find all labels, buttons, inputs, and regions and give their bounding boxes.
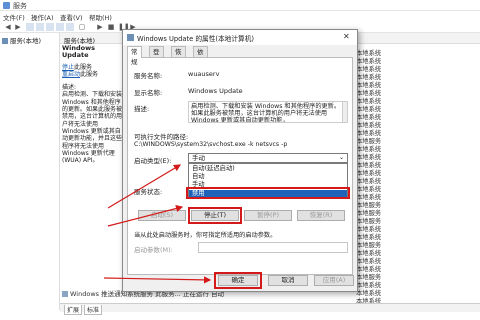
- tab-recovery[interactable]: 恢复: [171, 46, 186, 66]
- stop-suffix: 此服务: [74, 63, 93, 71]
- chevron-down-icon: ⌄: [338, 154, 344, 161]
- description-scrollbar[interactable]: [342, 102, 347, 122]
- highlight-disabled-option: [186, 187, 350, 199]
- tab-logon[interactable]: 登录: [149, 46, 164, 66]
- path-value: C:\WINDOWS\system32\svchost.exe -k netsv…: [134, 141, 288, 148]
- services-app-icon: [3, 2, 10, 9]
- view-tabs: 扩展 标准: [60, 303, 480, 315]
- tab-general[interactable]: 常规: [127, 46, 142, 66]
- apply-button[interactable]: 应用(A): [314, 275, 354, 286]
- highlight-ok-button: [214, 272, 262, 289]
- close-icon[interactable]: ✕: [343, 32, 350, 41]
- start-params-input[interactable]: [198, 242, 348, 253]
- path-label: 可执行文件的路径:: [134, 133, 189, 141]
- startup-type-select[interactable]: 手动 ⌄: [188, 153, 348, 163]
- logon-as-column: 本地系统 本地系统 本地系统 本地系统 本地系统 本地系统 本地系统 本地系统 本地系统 本地系统…: [352, 44, 480, 310]
- pause-button[interactable]: 暂停(P): [244, 210, 292, 221]
- tab-standard[interactable]: 标准: [84, 305, 103, 315]
- tree-item-services-local[interactable]: 服务(本地): [2, 35, 41, 45]
- properties-dialog: Windows Update 的属性(本地计算机) ✕ 常规 登录 恢复 依存关…: [122, 29, 358, 292]
- option-auto-delayed[interactable]: 自动(延迟启动): [192, 165, 235, 173]
- menu-bar: 文件(F) 操作(A) 查看(V) 帮助(H): [0, 11, 480, 22]
- display-name-value: Windows Update: [188, 87, 243, 95]
- refresh-icon[interactable]: [46, 23, 54, 31]
- service-row-icon: [62, 291, 68, 297]
- properties-icon[interactable]: [36, 23, 44, 31]
- general-panel: 服务名称: wuauserv 显示名称: Windows Update 描述: …: [127, 57, 353, 275]
- stop-service-link[interactable]: 停止: [62, 64, 74, 71]
- service-name-value: wuauserv: [188, 70, 220, 78]
- app-titlebar: 服务: [0, 0, 480, 11]
- startup-type-value: 手动: [192, 154, 205, 162]
- desc-label: 描述:: [134, 105, 150, 113]
- start-params-label: 启动参数(M):: [134, 246, 173, 254]
- console-tree-icon[interactable]: [26, 23, 34, 31]
- service-status-label: 服务状态:: [134, 188, 163, 196]
- play-icon[interactable]: ▶: [96, 23, 104, 31]
- resume-button[interactable]: 恢复(R): [297, 210, 345, 221]
- option-auto[interactable]: 自动: [192, 173, 205, 181]
- tab-extended[interactable]: 扩展: [64, 305, 83, 315]
- startup-type-label: 启动类型(E):: [134, 157, 172, 165]
- highlight-stop-button: [188, 207, 242, 224]
- app-title: 服务: [13, 2, 27, 10]
- dialog-title: Windows Update 的属性(本地计算机): [137, 35, 255, 43]
- help-book-icon[interactable]: ▢: [78, 23, 86, 31]
- service-name-heading: Windows Update: [62, 45, 96, 60]
- services-icon: [2, 38, 8, 44]
- start-params-hint: 当从此处启动服务时，你可指定所适用的启动参数。: [134, 232, 277, 239]
- back-icon[interactable]: ◀: [4, 23, 12, 31]
- gear-icon: [127, 34, 134, 41]
- extended-description-panel: Windows Update 停止此服务 重启动此服务 描述: 启用检测、下载和…: [62, 45, 122, 310]
- restart-service-link[interactable]: 重启动: [62, 71, 80, 78]
- start-button[interactable]: 启动(S): [138, 210, 186, 221]
- display-name-label: 显示名称:: [134, 89, 163, 97]
- export-icon[interactable]: [56, 23, 64, 31]
- restart-suffix: 此服务: [80, 70, 99, 78]
- stop-icon[interactable]: ■: [107, 23, 115, 31]
- description-box-text: 启用检测、下载和安装 Windows 和其他程序的更新。如果此服务被禁用，这台计…: [191, 103, 341, 123]
- dialog-titlebar: Windows Update 的属性(本地计算机) ✕: [123, 30, 357, 45]
- service-name-label: 服务名称:: [134, 72, 163, 80]
- console-tree: 服务(本地): [0, 33, 60, 310]
- cancel-button[interactable]: 取消: [268, 275, 308, 286]
- tab-dependencies[interactable]: 依存关系: [193, 46, 208, 86]
- help-icon[interactable]: [66, 23, 74, 31]
- forward-icon[interactable]: ▶: [14, 23, 22, 31]
- header-title: 服务(本地): [64, 37, 96, 45]
- description-box[interactable]: 启用检测、下载和安装 Windows 和其他程序的更新。如果此服务被禁用，这台计…: [188, 101, 348, 123]
- description-text: 启用检测、下载和安装 Windows 和其他程序的更新。如果此服务被禁用，这台计…: [62, 91, 122, 165]
